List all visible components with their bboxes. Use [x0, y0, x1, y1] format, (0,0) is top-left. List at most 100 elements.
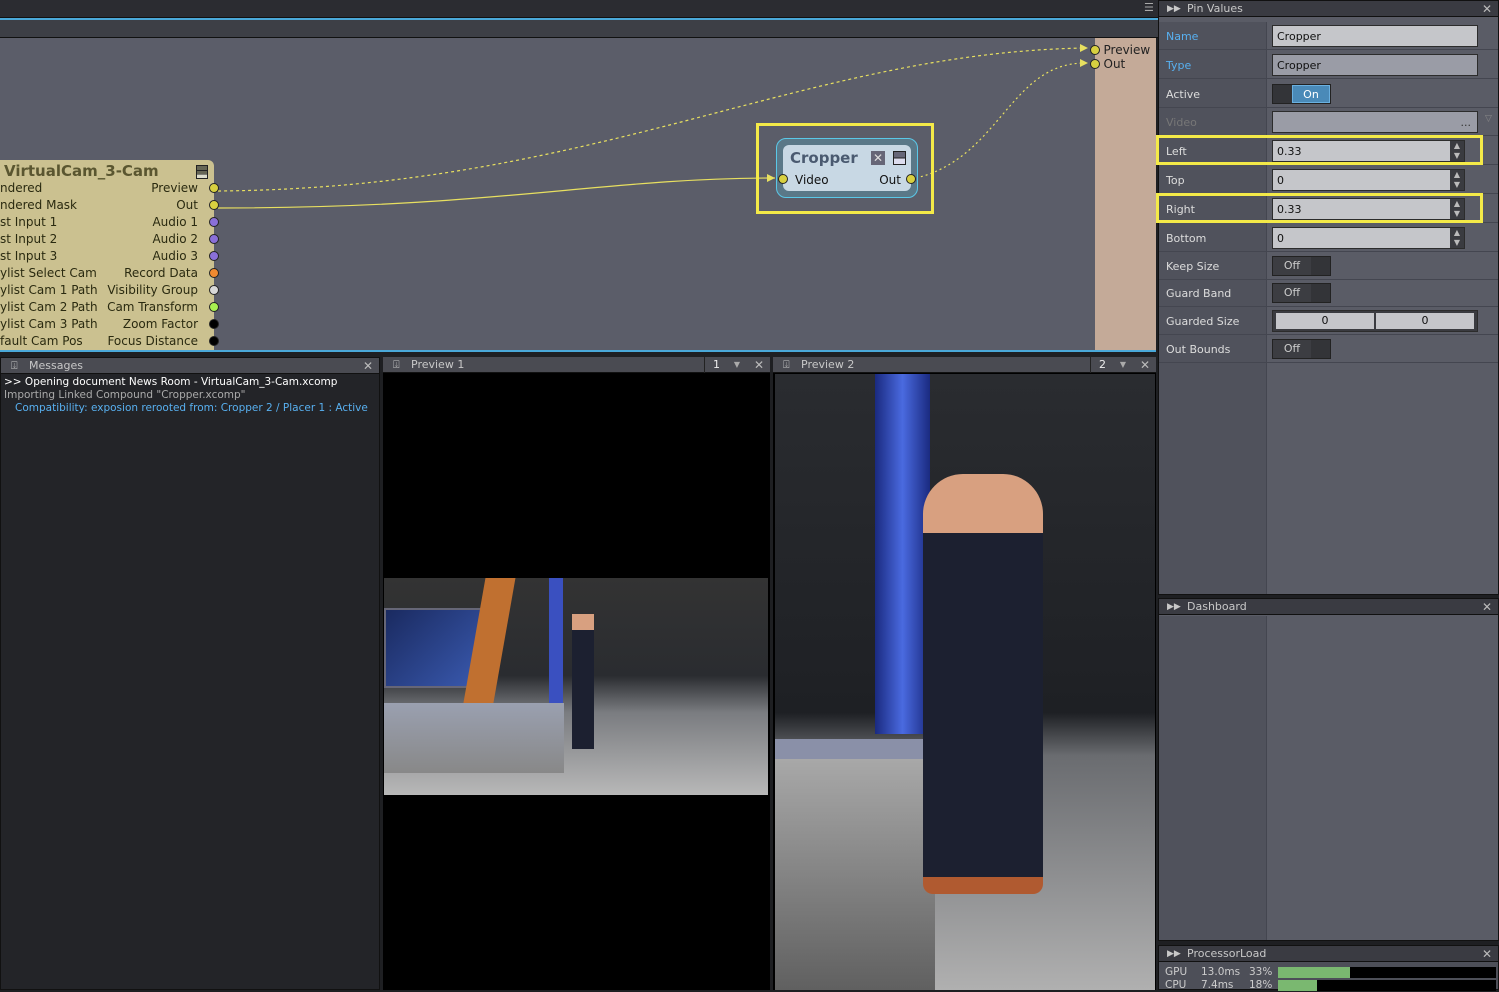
input-pin-label: ndered	[0, 181, 43, 195]
width-input[interactable]: 0	[1276, 313, 1374, 329]
value: Cropper	[1277, 30, 1321, 43]
expand-icon[interactable]: ▶▶	[1167, 1, 1181, 17]
messages-panel: ⍗ Messages ✕ >> Opening document News Room…	[0, 357, 380, 990]
close-icon[interactable]: ✕	[871, 151, 885, 165]
close-icon[interactable]: ✕	[1482, 1, 1492, 17]
node-menu-icon[interactable]	[893, 151, 906, 165]
pin-label: Guarded Size	[1166, 315, 1240, 328]
type-input[interactable]: Cropper	[1272, 54, 1478, 76]
panel-header: ⍗ Messages ✕	[1, 358, 379, 374]
spinner-icon[interactable]: ▲ ▼	[1450, 170, 1464, 190]
active-toggle[interactable]: On	[1272, 84, 1331, 104]
message-line: Compatibility: exposion rerooted from: C…	[15, 402, 368, 414]
out_bounds-toggle[interactable]: Off	[1272, 339, 1331, 359]
load-row-gpu: GPU 13.0ms 33%	[1165, 966, 1497, 979]
panel-header: ⍗ Preview 2 2 ▼ ✕	[773, 357, 1156, 373]
expand-icon[interactable]: ▶▶	[1167, 599, 1181, 615]
close-icon[interactable]: ✕	[1140, 357, 1150, 373]
pin-icon[interactable]: ⍗	[783, 357, 790, 373]
output-pin[interactable]	[209, 251, 219, 261]
video-input[interactable]: ...	[1272, 111, 1478, 133]
compound-output-strip: Preview Out	[1090, 38, 1156, 350]
input-pin-label: st Input 2	[0, 232, 58, 246]
blue-pillar	[875, 374, 930, 734]
pin-label: Keep Size	[1166, 260, 1220, 273]
processor-load-panel: ▶▶ ProcessorLoad ✕ GPU 13.0ms 33% CPU 7.4m…	[1158, 945, 1499, 991]
top-input[interactable]: 0 ▲ ▼	[1272, 169, 1465, 191]
output-pin[interactable]	[209, 183, 219, 193]
chevron-down-icon[interactable]: ▼	[730, 357, 744, 373]
message-line: >> Opening document News Room - VirtualC…	[4, 376, 338, 388]
pin-icon[interactable]: ⍗	[393, 357, 400, 373]
pin-label: Active	[1166, 88, 1201, 101]
pin-icon[interactable]: ⍗	[11, 358, 18, 374]
node-title: Cropper	[790, 149, 858, 167]
virtualcam-node[interactable]: VirtualCam_3-Cam ndered Preview ndered M…	[0, 160, 219, 350]
output-pin[interactable]	[209, 319, 219, 329]
node-pin-row: fault Cam Pos Focus Distance	[0, 333, 219, 350]
output-pin[interactable]	[209, 268, 219, 278]
value: Off	[1273, 257, 1311, 275]
output-pin[interactable]	[209, 200, 219, 210]
menu-icon[interactable]: ☰	[1144, 1, 1154, 14]
expand-icon[interactable]: ▶▶	[1167, 946, 1181, 962]
name-input[interactable]: Cropper	[1272, 25, 1478, 47]
output-pin-out[interactable]: Out	[1090, 57, 1125, 71]
channel-select[interactable]: 2	[1090, 357, 1114, 373]
pin-label: Preview	[1103, 43, 1151, 57]
top-bar: ☰	[0, 0, 1158, 18]
pin-row-top: Top 0 ▲ ▼	[1159, 166, 1498, 194]
output-pin-label: Cam Transform	[107, 300, 198, 314]
output-pin[interactable]	[209, 302, 219, 312]
arrow-icon	[1080, 44, 1088, 52]
pin-row-out_bounds: Out Bounds Off	[1159, 335, 1498, 363]
load-label: CPU	[1165, 979, 1187, 991]
chevron-down-icon[interactable]: ▽	[1485, 114, 1492, 124]
panel-header: ⍗ Preview 1 1 ▼ ✕	[383, 357, 770, 373]
channel-select[interactable]: 1	[704, 357, 728, 373]
close-icon[interactable]: ✕	[363, 358, 373, 374]
chevron-down-icon[interactable]: ▼	[1116, 357, 1130, 373]
cropper-node[interactable]: Cropper ✕ Video Out	[776, 138, 918, 198]
pin-row-bottom: Bottom 0 ▲ ▼	[1159, 224, 1498, 252]
output-pin-label: Preview	[151, 181, 198, 195]
keep_size-toggle[interactable]: Off	[1272, 256, 1331, 276]
node-graph[interactable]: Preview Out VirtualCam_3-Cam ndered Prev…	[0, 38, 1156, 352]
pin-row-name: Name Cropper	[1159, 22, 1498, 50]
output-pin[interactable]	[209, 336, 219, 346]
dashboard-panel: ▶▶ Dashboard ✕	[1158, 598, 1499, 941]
input-pin-label: ylist Cam 2 Path	[0, 300, 98, 314]
close-icon[interactable]: ✕	[1482, 946, 1492, 962]
output-pin-label: Audio 1	[152, 215, 198, 229]
pin-label: Video	[1166, 116, 1197, 129]
panel-header: ▶▶ Dashboard ✕	[1159, 599, 1498, 615]
node-pin-row: ylist Cam 3 Path Zoom Factor	[0, 316, 219, 333]
desk	[384, 703, 564, 773]
close-icon[interactable]: ✕	[754, 357, 764, 373]
output-pin-label: Out	[176, 198, 198, 212]
spinner-icon[interactable]: ▲ ▼	[1450, 228, 1464, 248]
preview2-panel: ⍗ Preview 2 2 ▼ ✕	[773, 357, 1156, 990]
input-pin-video[interactable]	[778, 174, 788, 184]
pin-label: Guard Band	[1166, 287, 1232, 300]
output-pin[interactable]	[209, 285, 219, 295]
bottom-input[interactable]: 0 ▲ ▼	[1272, 227, 1465, 249]
guard_band-toggle[interactable]: Off	[1272, 283, 1331, 303]
output-pin[interactable]	[209, 217, 219, 227]
input-pin-label: ndered Mask	[0, 198, 77, 212]
load-label: GPU	[1165, 966, 1188, 978]
pin-row-active: Active On	[1159, 80, 1498, 108]
preview-image	[384, 578, 768, 795]
node-pin-row: ylist Select Cam Record Data	[0, 265, 219, 282]
output-pin-out[interactable]	[906, 174, 916, 184]
height-input[interactable]: 0	[1376, 313, 1474, 329]
load-bar-fill	[1278, 967, 1350, 978]
output-pin-preview[interactable]: Preview	[1090, 43, 1150, 57]
pin-row-guard_band: Guard Band Off	[1159, 279, 1498, 307]
node-menu-icon[interactable]	[196, 165, 208, 179]
node-pin-row: ylist Cam 1 Path Visibility Group	[0, 282, 219, 299]
preview1-panel: ⍗ Preview 1 1 ▼ ✕	[383, 357, 770, 990]
output-pin[interactable]	[209, 234, 219, 244]
input-pin-label: st Input 1	[0, 215, 58, 229]
close-icon[interactable]: ✕	[1482, 599, 1492, 615]
